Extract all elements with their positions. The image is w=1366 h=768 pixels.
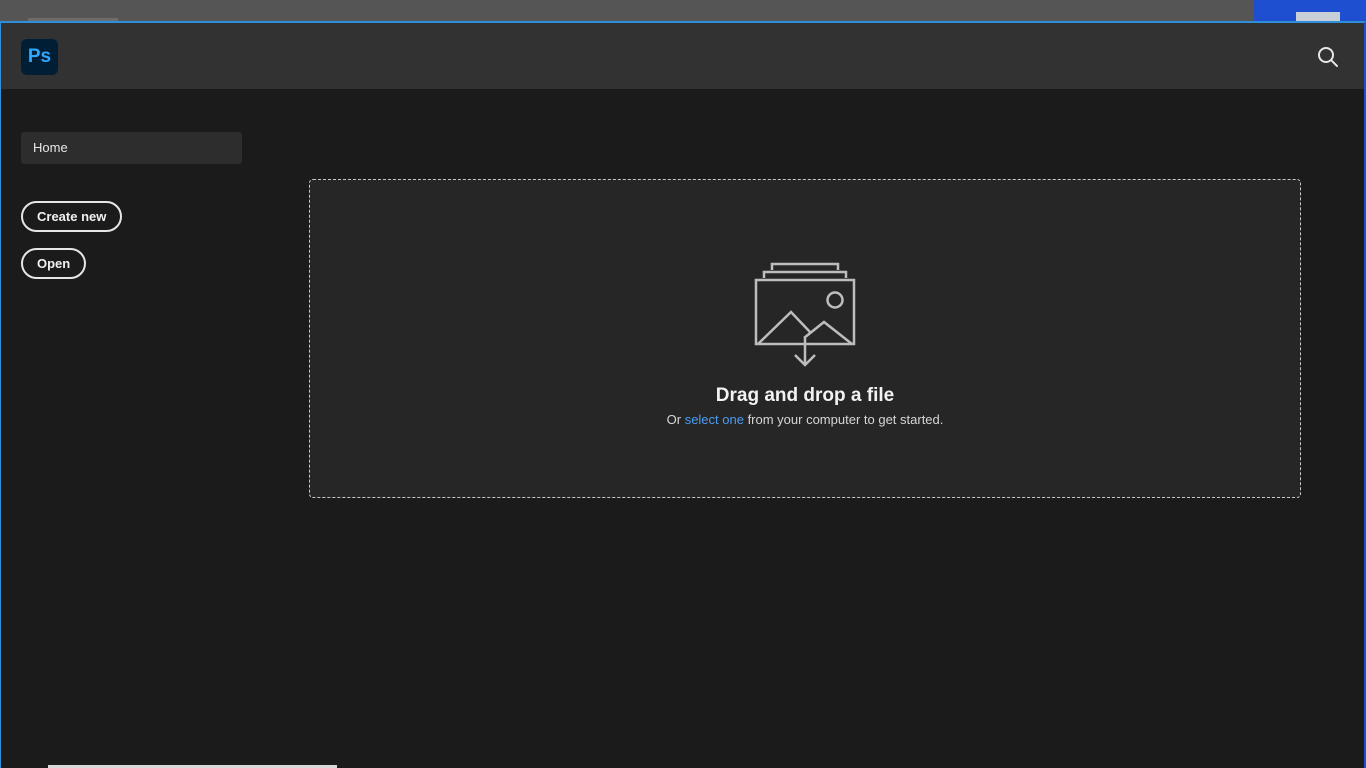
create-new-button[interactable]: Create new <box>21 201 123 232</box>
sidebar: Home Create new Open <box>21 132 242 279</box>
select-one-link[interactable]: select one <box>685 412 744 427</box>
dropzone-subtitle-suffix: from your computer to get started. <box>743 412 944 427</box>
open-button[interactable]: Open <box>21 248 87 279</box>
dropzone-subtitle: Or select one from your computer to get … <box>310 412 1300 427</box>
image-stack-download-icon <box>754 262 856 367</box>
file-dropzone[interactable]: Drag and drop a file Or select one from … <box>309 179 1301 498</box>
dropzone-subtitle-prefix: Or <box>666 412 685 427</box>
dropzone-title: Drag and drop a file <box>715 385 895 406</box>
search-icon <box>1318 47 1338 67</box>
desktop-background-strip <box>0 0 1366 22</box>
photoshop-window: Ps Home Create new Open Drag and drop a … <box>0 21 1366 768</box>
photoshop-logo-icon[interactable]: Ps <box>21 39 58 75</box>
search-button[interactable] <box>1316 45 1340 69</box>
app-header: Ps <box>1 23 1364 89</box>
desktop-thumbnail-right <box>1254 0 1366 22</box>
sidebar-item-home[interactable]: Home <box>21 132 242 164</box>
logo-text: Ps <box>27 46 52 67</box>
